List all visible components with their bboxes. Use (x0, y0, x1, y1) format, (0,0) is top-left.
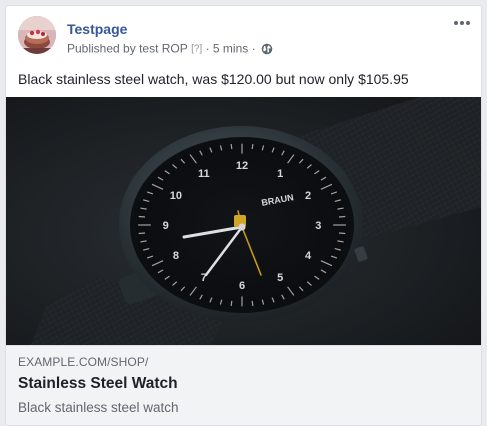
published-by-label: Published by (67, 41, 136, 56)
meta-separator-2: · (251, 41, 256, 56)
link-title[interactable]: Stainless Steel Watch (18, 374, 178, 394)
link-domain: EXAMPLE.COM/SHOP/ (18, 355, 149, 369)
link-preview-info[interactable]: EXAMPLE.COM/SHOP/ Stainless Steel Watch … (6, 345, 481, 425)
globe-icon[interactable] (261, 43, 273, 55)
meta-separator: · (205, 41, 210, 56)
post-message: Black stainless steel watch, was $120.00… (18, 71, 409, 87)
help-marker[interactable]: [?] (191, 43, 202, 54)
more-options-icon[interactable] (453, 17, 471, 29)
timestamp-link[interactable]: 5 mins (213, 41, 248, 55)
page-avatar[interactable] (18, 16, 56, 54)
avatar-image (18, 16, 56, 54)
link-description: Black stainless steel watch (18, 400, 179, 415)
publisher-name-link[interactable]: test ROP (139, 41, 188, 55)
post-meta: Published by test ROP [?] · 5 mins · (67, 41, 273, 56)
watch-photo: 121234567891011 BRAUN (6, 97, 481, 345)
page-name-link[interactable]: Testpage (67, 21, 127, 38)
post-card: Testpage Published by test ROP [?] · 5 m… (5, 5, 482, 426)
post-header: Testpage Published by test ROP [?] · 5 m… (6, 6, 481, 70)
link-preview-image[interactable]: 12 1 2 3 4 5 6 7 8 9 10 11 BRAUN (6, 97, 481, 345)
